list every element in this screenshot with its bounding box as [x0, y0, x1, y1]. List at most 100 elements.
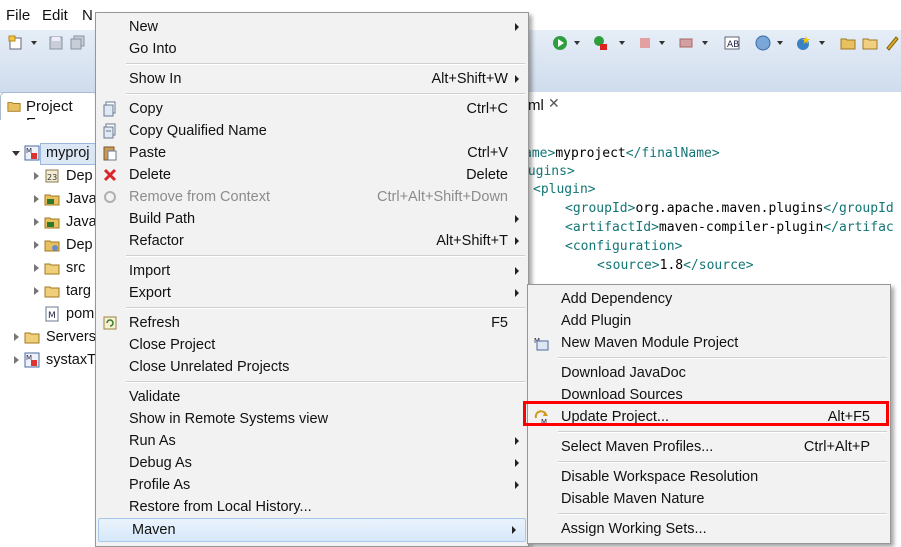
run-icon[interactable]: [552, 35, 568, 51]
expand-closed-icon[interactable]: [34, 218, 39, 226]
menu-item-close-project[interactable]: Close Project: [96, 334, 528, 356]
tree-item[interactable]: 23 Dep: [0, 165, 96, 187]
submenu-arrow-icon: [515, 75, 519, 83]
tab-project-explorer[interactable]: Project Exp: [0, 92, 98, 132]
menu-item-accelerator: Ctrl+V: [467, 145, 508, 161]
menu-item-assign-working-sets[interactable]: Assign Working Sets...: [528, 518, 890, 540]
menu-item-accelerator: Alt+Shift+W: [431, 71, 508, 87]
menu-item-label: Build Path: [129, 211, 196, 227]
menu-item-debug-as[interactable]: Debug As: [96, 452, 528, 474]
chevron-down-icon[interactable]: [31, 41, 37, 45]
menu-item-label: Add Plugin: [561, 313, 632, 329]
menu-item-show-in[interactable]: Show In Alt+Shift+W: [96, 68, 528, 90]
menu-item-refactor[interactable]: Refactor Alt+Shift+T: [96, 230, 528, 252]
menu-item-show-in-remote-systems-view[interactable]: Show in Remote Systems view: [96, 408, 528, 430]
xml-tag-close: </artifac: [823, 220, 894, 235]
menu-item-maven[interactable]: Maven: [98, 518, 526, 542]
menu-item-accelerator: Ctrl+Alt+Shift+Down: [377, 189, 508, 205]
close-icon[interactable]: ✕: [548, 95, 560, 112]
menu-item-disable-workspace-resolution[interactable]: Disable Workspace Resolution: [528, 466, 890, 488]
chevron-down-icon[interactable]: [619, 41, 625, 45]
tree-item[interactable]: src: [0, 257, 96, 279]
expand-closed-icon[interactable]: [34, 241, 39, 249]
menu-item-add-dependency[interactable]: Add Dependency: [528, 288, 890, 310]
menu-item-refresh[interactable]: Refresh F5: [96, 312, 528, 334]
maven-file-icon: M: [44, 306, 60, 322]
open-folder-icon[interactable]: [862, 35, 878, 51]
maven-project-icon: M: [24, 352, 40, 368]
menu-item-go-into[interactable]: Go Into: [96, 38, 528, 60]
tree-item-label: Dep: [66, 237, 93, 253]
save-all-icon[interactable]: [70, 35, 86, 51]
code-line: <plugin>: [533, 181, 596, 199]
expand-closed-icon[interactable]: [14, 356, 19, 364]
menu-item-label: Profile As: [129, 477, 191, 493]
pen-icon[interactable]: [884, 35, 900, 51]
menu-item-close-unrelated-projects[interactable]: Close Unrelated Projects: [96, 356, 528, 378]
menu-item-label: Download JavaDoc: [561, 365, 686, 381]
menu-item-validate[interactable]: Validate: [96, 386, 528, 408]
paste-icon: [102, 145, 118, 161]
new-wizard-icon[interactable]: [8, 35, 24, 51]
open-type-icon[interactable]: [840, 35, 856, 51]
run-external-icon[interactable]: [592, 35, 608, 51]
menu-navigate[interactable]: N: [82, 7, 93, 24]
tree-item[interactable]: Java: [0, 211, 97, 233]
chevron-down-icon[interactable]: [702, 41, 708, 45]
menu-item-run-as[interactable]: Run As: [96, 430, 528, 452]
menu-item-copy[interactable]: Copy Ctrl+C: [96, 98, 528, 120]
xml-tag-open: <artifactId>: [565, 220, 659, 235]
menu-item-select-maven-profiles[interactable]: Select Maven Profiles... Ctrl+Alt+P: [528, 436, 890, 458]
new-java-element-icon[interactable]: [795, 35, 811, 51]
expand-open-icon[interactable]: [12, 151, 20, 156]
folder-icon: [44, 283, 60, 299]
menu-item-export[interactable]: Export: [96, 282, 528, 304]
menu-item-accelerator: Ctrl+Alt+P: [803, 439, 870, 455]
menu-item-delete[interactable]: Delete Delete: [96, 164, 528, 186]
tree-item[interactable]: targ: [0, 280, 96, 302]
menu-separator: [126, 255, 525, 257]
menu-item-paste[interactable]: Paste Ctrl+V: [96, 142, 528, 164]
chevron-down-icon[interactable]: [659, 41, 665, 45]
expand-closed-icon[interactable]: [34, 287, 39, 295]
tree-item[interactable]: MsystaxT: [0, 349, 96, 371]
search-text-icon[interactable]: AB: [724, 35, 740, 51]
menu-separator: [126, 307, 525, 309]
chevron-down-icon[interactable]: [574, 41, 580, 45]
tree-item-label: Servers: [46, 329, 96, 345]
expand-closed-icon[interactable]: [34, 172, 39, 180]
expand-closed-icon[interactable]: [34, 264, 39, 272]
menu-item-new-maven-module-project[interactable]: M New Maven Module Project: [528, 332, 890, 354]
stop-icon[interactable]: [637, 35, 653, 51]
xml-tag-open: <plugin>: [533, 182, 596, 197]
server-icon[interactable]: [678, 35, 694, 51]
editor-tab-label[interactable]: ml: [528, 97, 544, 114]
menu-item-new[interactable]: New: [96, 16, 528, 38]
menu-file[interactable]: File: [6, 7, 30, 24]
menu-item-download-javadoc[interactable]: Download JavaDoc: [528, 362, 890, 384]
xml-tag-open: <configuration>: [565, 239, 683, 254]
tree-item-label: src: [66, 260, 86, 276]
tree-item[interactable]: Dep: [0, 234, 96, 256]
tree-item[interactable]: Java: [0, 188, 97, 210]
menu-item-copy-qualified-name[interactable]: Copy Qualified Name: [96, 120, 528, 142]
menu-item-add-plugin[interactable]: Add Plugin: [528, 310, 890, 332]
tree-item[interactable]: Mpom: [0, 303, 96, 325]
tree-item[interactable]: Servers: [0, 326, 96, 348]
web-browser-icon[interactable]: [755, 35, 771, 51]
chevron-down-icon[interactable]: [819, 41, 825, 45]
menu-item-build-path[interactable]: Build Path: [96, 208, 528, 230]
menu-item-label: Maven: [132, 522, 176, 538]
menu-item-profile-as[interactable]: Profile As: [96, 474, 528, 496]
menu-item-import[interactable]: Import: [96, 260, 528, 282]
save-icon[interactable]: [48, 35, 64, 51]
menu-item-restore-from-local-history[interactable]: Restore from Local History...: [96, 496, 528, 518]
menu-item-disable-maven-nature[interactable]: Disable Maven Nature: [528, 488, 890, 510]
menu-item-label: Close Project: [129, 337, 216, 353]
expand-closed-icon[interactable]: [34, 195, 39, 203]
expand-closed-icon[interactable]: [14, 333, 19, 341]
xml-tag-close: </finalName>: [625, 146, 720, 161]
tree-item[interactable]: Mmyproj: [0, 142, 102, 165]
menu-edit[interactable]: Edit: [42, 7, 68, 24]
chevron-down-icon[interactable]: [777, 41, 783, 45]
